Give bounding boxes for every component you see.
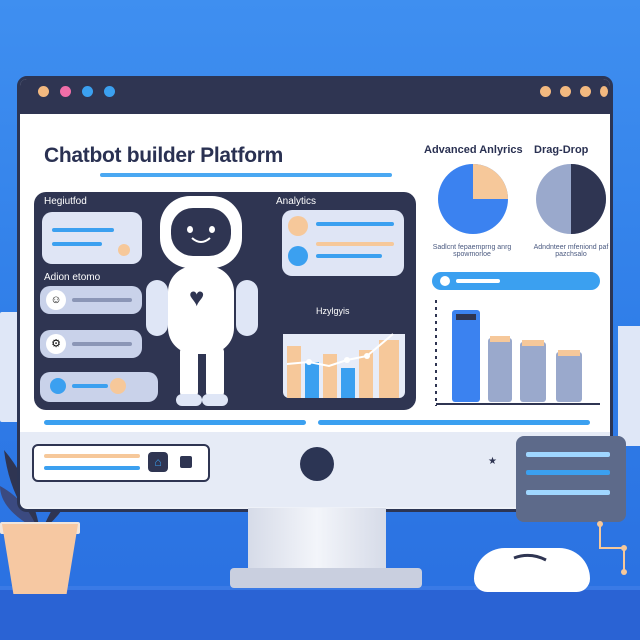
robot-smile: [191, 237, 211, 243]
message-card-1[interactable]: [42, 212, 142, 264]
mini-chart-trendline: [286, 333, 394, 368]
bar-chart: [435, 300, 600, 406]
mouse-detail: [513, 553, 547, 562]
monitor-base: [230, 568, 422, 588]
advanced-analytics-caption: Sadlcnt fepaemprng anrg spowmorloe: [432, 244, 512, 258]
float-line: [526, 470, 610, 475]
slider-handle[interactable]: [440, 276, 450, 286]
bubble-line: [44, 466, 140, 470]
slider-line: [456, 279, 500, 283]
float-line: [526, 490, 610, 495]
panel-label-chart: Hzylgyis: [316, 306, 350, 316]
drag-drop-caption: Adndnteer mfeniond paf pazchsalo: [533, 244, 609, 258]
float-line: [526, 452, 610, 457]
floating-settings-card[interactable]: [516, 436, 626, 522]
stop-icon[interactable]: [180, 456, 192, 468]
desk: [0, 590, 640, 640]
robot-foot-right: [202, 394, 228, 406]
message-line: [52, 228, 114, 232]
window-control-2[interactable]: [560, 86, 571, 97]
gear-icon: ⚙: [46, 334, 66, 354]
window-dot-orange[interactable]: [38, 86, 49, 97]
robot-visor: [171, 208, 231, 256]
robot-icon: ☺: [46, 290, 66, 310]
window-control-4[interactable]: [600, 86, 608, 97]
background-shelf-right: [618, 326, 640, 446]
option-dot-blue: [50, 378, 66, 394]
window-dot-pink[interactable]: [60, 86, 71, 97]
analytics-line: [316, 242, 394, 246]
bot-avatar: [288, 246, 308, 266]
robot-eye-right: [209, 226, 215, 233]
bubble-line: [44, 454, 140, 458]
progress-line-left: [44, 420, 306, 425]
star-icon: ★: [488, 456, 497, 467]
plant-pot: [2, 524, 78, 594]
robot-foot-left: [176, 394, 202, 406]
analytics-line: [316, 222, 394, 226]
option-dot-peach: [110, 378, 126, 394]
option-line: [72, 342, 132, 346]
window-control-3[interactable]: [580, 86, 591, 97]
option-line: [72, 298, 132, 302]
message-line: [52, 242, 102, 246]
pie-drag-drop: [536, 164, 606, 234]
circuit-decoration: [597, 521, 627, 575]
robot-arm-right: [236, 280, 258, 336]
pie-advanced-analytics: [438, 164, 508, 234]
window-dot-blue[interactable]: [82, 86, 93, 97]
progress-line-right: [318, 420, 590, 425]
window-control-1[interactable]: [540, 86, 551, 97]
panel-label-analytics: Analytics: [276, 196, 317, 207]
heart-icon: ♥: [189, 282, 205, 312]
power-button[interactable]: [300, 447, 334, 481]
window-dot-blue-2[interactable]: [104, 86, 115, 97]
panel-label-mid-left: Adion etomo: [44, 272, 101, 283]
title-underline: [100, 173, 392, 177]
option-line: [72, 384, 108, 388]
status-dot: [118, 244, 130, 256]
home-icon[interactable]: ⌂: [148, 452, 168, 472]
robot-eye-left: [187, 226, 193, 233]
panel-label-top-left: Hegiutfod: [44, 196, 87, 207]
advanced-analytics-label: Advanced Anlyrics: [424, 144, 523, 156]
analytics-line: [316, 254, 382, 258]
drag-drop-label: Drag-Drop: [534, 144, 589, 156]
monitor-neck: [248, 508, 386, 572]
user-avatar: [288, 216, 308, 236]
page-title: Chatbot builder Platform: [44, 144, 283, 167]
robot-arm-left: [146, 280, 168, 336]
